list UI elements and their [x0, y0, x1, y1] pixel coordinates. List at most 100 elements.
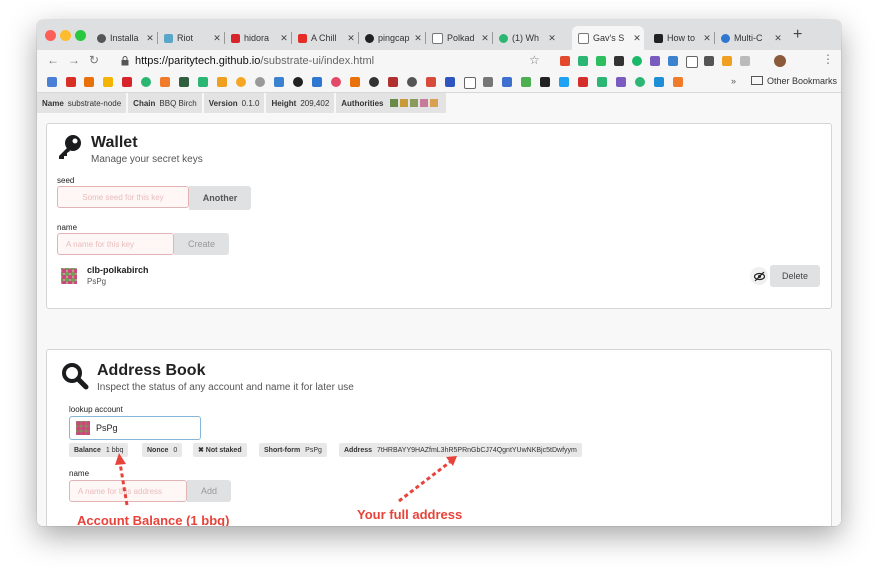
- bookmark-icon[interactable]: [521, 77, 531, 87]
- bookmark-star-icon[interactable]: ☆: [529, 53, 540, 67]
- bookmark-icon[interactable]: [559, 77, 569, 87]
- bookmark-icon[interactable]: [103, 77, 113, 87]
- nonce-tag: Nonce 0: [142, 443, 183, 457]
- tab-gavs-substrate[interactable]: Gav's S ✕: [572, 26, 644, 50]
- bookmark-icon[interactable]: [616, 77, 626, 87]
- tab-installa[interactable]: Installa ✕: [91, 26, 157, 50]
- close-icon[interactable]: ✕: [700, 33, 714, 44]
- new-tab-button[interactable]: +: [793, 26, 802, 44]
- bookmark-icon[interactable]: [293, 77, 303, 87]
- close-icon[interactable]: ✕: [143, 33, 157, 44]
- lookup-account-input[interactable]: PsPg: [69, 416, 201, 440]
- tab-riot[interactable]: Riot ✕: [158, 26, 224, 50]
- back-icon[interactable]: ←: [47, 53, 59, 67]
- extension-icon[interactable]: [650, 56, 660, 66]
- bookmark-icon[interactable]: [426, 77, 436, 87]
- gmail-icon[interactable]: [66, 77, 76, 87]
- bookmark-icon[interactable]: [350, 77, 360, 87]
- bookmark-icon[interactable]: [502, 77, 512, 87]
- bookmark-icon[interactable]: [654, 77, 664, 87]
- bookmark-icon[interactable]: [673, 77, 683, 87]
- extension-icon[interactable]: [632, 56, 642, 66]
- tab-pingcap[interactable]: pingcap ✕: [359, 26, 425, 50]
- extension-icon[interactable]: [740, 56, 750, 66]
- key-name-input[interactable]: A name for this key: [57, 233, 174, 255]
- extension-icon[interactable]: [578, 56, 588, 66]
- extension-icon[interactable]: [722, 56, 732, 66]
- bookmark-icon[interactable]: [217, 77, 227, 87]
- bookmark-icon[interactable]: [312, 77, 322, 87]
- tab-favicon-icon: [97, 33, 106, 43]
- extension-icon[interactable]: [668, 56, 678, 66]
- tab-favicon-icon: [164, 33, 173, 43]
- bookmark-icon[interactable]: [578, 77, 588, 87]
- bookmark-icon[interactable]: [236, 77, 246, 87]
- bookmark-icon[interactable]: [198, 77, 208, 87]
- close-icon[interactable]: ✕: [277, 33, 291, 44]
- bookmark-icon[interactable]: [635, 77, 645, 87]
- bookmark-icon[interactable]: [141, 77, 151, 87]
- address-name-input[interactable]: A name for this address: [69, 480, 187, 502]
- close-icon[interactable]: ✕: [545, 33, 559, 44]
- seed-input[interactable]: Some seed for this key: [57, 186, 189, 208]
- hide-toggle[interactable]: [750, 267, 768, 285]
- close-window-button[interactable]: [45, 30, 56, 41]
- bookmark-icon[interactable]: [597, 77, 607, 87]
- bookmark-icon[interactable]: [331, 77, 341, 87]
- close-icon[interactable]: ✕: [344, 33, 358, 44]
- minimize-window-button[interactable]: [60, 30, 71, 41]
- evernote-icon[interactable]: [596, 56, 606, 66]
- amazon-icon[interactable]: [540, 77, 550, 87]
- account-identicon-icon: [76, 421, 90, 435]
- bookmark-icon[interactable]: [483, 77, 493, 87]
- forward-icon[interactable]: →: [68, 53, 80, 67]
- tab-whatsapp[interactable]: (1) Wh ✕: [493, 26, 559, 50]
- bookmark-icon[interactable]: [160, 77, 170, 87]
- add-button[interactable]: Add: [187, 480, 231, 502]
- extension-icon[interactable]: [560, 56, 570, 66]
- other-bookmarks-button[interactable]: Other Bookmarks: [751, 76, 837, 86]
- cast-icon[interactable]: [686, 56, 698, 68]
- seed-label: seed: [57, 176, 75, 185]
- zoom-window-button[interactable]: [75, 30, 86, 41]
- lock-icon: [121, 56, 129, 66]
- bookmark-icon[interactable]: [84, 77, 94, 87]
- delete-button[interactable]: Delete: [770, 265, 820, 287]
- apps-icon[interactable]: [47, 77, 57, 87]
- short-form-tag: Short-form PsPg: [259, 443, 327, 457]
- reload-icon[interactable]: ↻: [89, 53, 99, 67]
- authority-identicon-icon: [419, 99, 428, 107]
- bookmark-icon[interactable]: [407, 77, 417, 87]
- bookmark-icon[interactable]: [369, 77, 379, 87]
- close-icon[interactable]: ✕: [478, 33, 492, 44]
- address-name-label: name: [69, 469, 90, 478]
- close-icon[interactable]: ✕: [411, 33, 425, 44]
- tab-polkadot[interactable]: Polkad ✕: [426, 26, 492, 50]
- avatar[interactable]: [774, 55, 786, 67]
- more-bookmarks-button[interactable]: »: [731, 76, 736, 86]
- bookmark-icon[interactable]: [464, 77, 476, 89]
- authority-identicon-icon: [429, 99, 438, 107]
- staking-status-tag: ✖ Not staked: [193, 443, 247, 457]
- lookup-account-label: lookup account: [69, 405, 123, 414]
- close-icon[interactable]: ✕: [630, 33, 644, 44]
- bookmark-icon[interactable]: [445, 77, 455, 87]
- tab-hidora[interactable]: hidora ✕: [225, 26, 291, 50]
- tab-multi-chain[interactable]: Multi-C ✕: [715, 26, 785, 50]
- close-icon[interactable]: ✕: [771, 33, 785, 44]
- bookmark-icon[interactable]: [388, 77, 398, 87]
- extension-icon[interactable]: [614, 56, 624, 66]
- close-icon[interactable]: ✕: [210, 33, 224, 44]
- tab-how-to[interactable]: How to ✕: [648, 26, 714, 50]
- authority-identicon-icon: [389, 99, 398, 107]
- tab-a-chill[interactable]: A Chill ✕: [292, 26, 358, 50]
- create-button[interactable]: Create: [174, 233, 229, 255]
- bookmark-icon[interactable]: [122, 77, 132, 87]
- menu-icon[interactable]: ⋮: [822, 52, 834, 66]
- bookmark-icon[interactable]: [274, 77, 284, 87]
- bookmark-icon[interactable]: [179, 77, 189, 87]
- another-button[interactable]: Another: [189, 186, 251, 210]
- page-content: Name substrate-node Chain BBQ Birch Versio…: [37, 93, 841, 526]
- extension-icon[interactable]: [704, 56, 714, 66]
- bookmark-icon[interactable]: [255, 77, 265, 87]
